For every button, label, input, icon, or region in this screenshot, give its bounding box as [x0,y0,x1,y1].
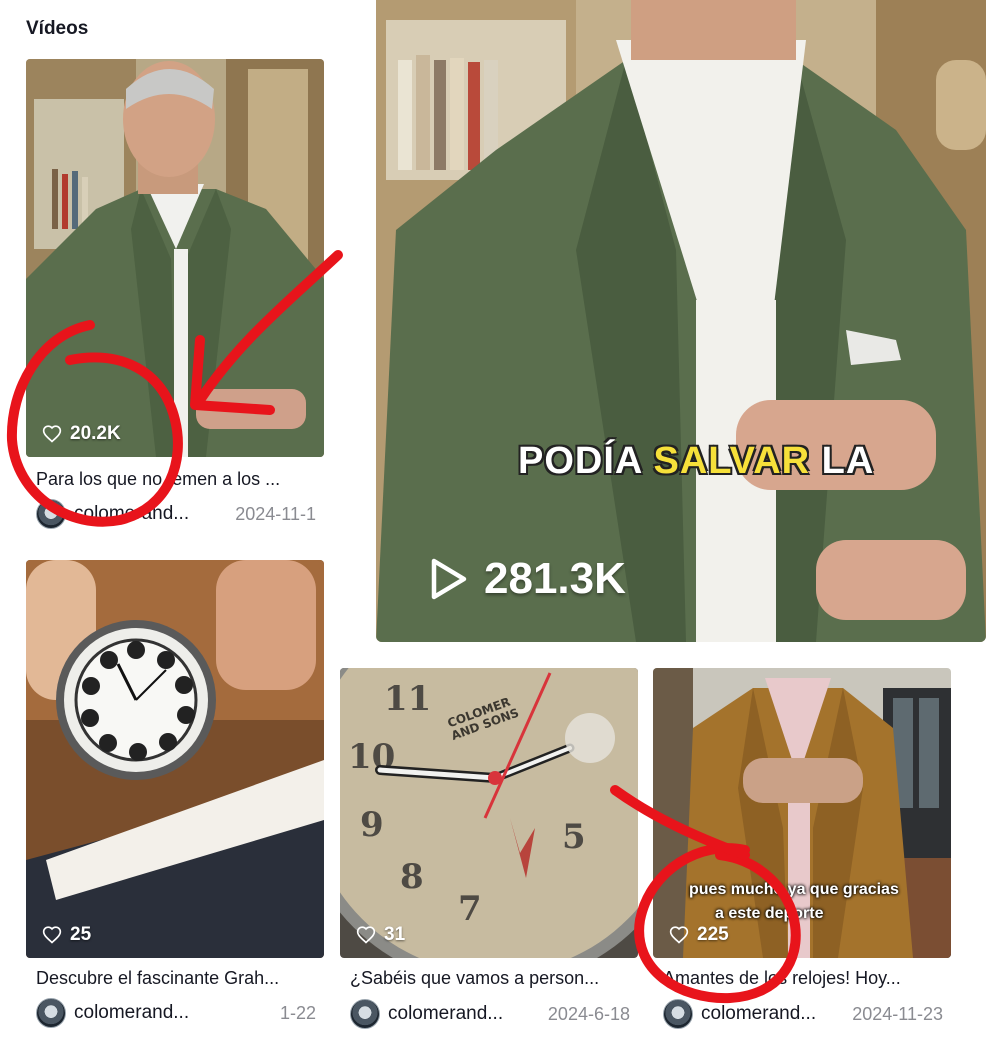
view-count: 281.3K [428,554,626,604]
svg-text:8: 8 [400,857,424,897]
author-name[interactable]: colomerand... [388,1003,503,1025]
video-subtitle-overlay: pues mucho ya que gracias a este deporte [689,878,899,926]
video-description[interactable]: Para los que no temen a los ... [36,469,321,490]
video-caption-overlay: PODÍA SALVAR LA [518,440,874,483]
thumbnail-rotary-watch [26,560,324,958]
video-card-3[interactable]: 11 10 9 875 COLOMER AND SONS 31 ¿Sabéis qu… [340,668,640,1038]
subtitle-line: pues mucho ya que gracias [689,881,899,898]
video-meta: colomerand... 2024-6-18 [350,999,640,1029]
caption-highlight-word: SALVAR [653,440,811,482]
avatar-logo-icon[interactable] [350,999,380,1029]
thumbnail-man-green-blazer [26,59,324,457]
video-card-2[interactable]: 25 Descubre el fascinante Grah... colome… [26,560,326,1035]
like-count: 20.2K [42,423,121,445]
video-meta: colomerand... 2024-11-23 [663,999,953,1029]
video-date: 2024-11-1 [235,504,316,524]
like-count-value: 20.2K [70,423,121,444]
video-card-4[interactable]: pues mucho ya que gracias a este deporte… [653,668,953,1038]
video-card-1[interactable]: 20.2K Para los que no temen a los ... co… [26,59,326,529]
video-description[interactable]: ¿Sabéis que vamos a person... [350,968,635,989]
play-icon [431,558,467,600]
svg-text:5: 5 [562,817,586,857]
video-thumbnail[interactable]: pues mucho ya que gracias a este deporte… [653,668,951,958]
heart-icon [356,926,376,944]
video-meta: colomerand... 2024-11-1 [36,499,326,529]
video-date: 2024-6-18 [547,1004,630,1024]
section-title: Vídeos [26,18,89,39]
featured-video-card[interactable]: PODÍA SALVAR LA 281.3K [376,0,986,642]
caption-word: LA [821,440,875,482]
video-date: 2024-11-23 [852,1004,943,1024]
video-meta: colomerand... 1-22 [36,998,326,1028]
svg-text:7: 7 [458,889,482,929]
video-description[interactable]: Amantes de los relojes! Hoy... [663,968,948,989]
video-date: 1-22 [279,1003,316,1023]
author-name[interactable]: colomerand... [74,1002,189,1024]
featured-video-thumbnail[interactable]: PODÍA SALVAR LA 281.3K [376,0,986,642]
video-thumbnail[interactable]: 20.2K [26,59,324,457]
video-thumbnail[interactable]: 25 [26,560,324,958]
like-count-value: 225 [697,924,729,945]
author-name[interactable]: colomerand... [701,1003,816,1025]
heart-icon [42,926,62,944]
thumbnail-colomer-watch: 11109 875 COLOMER AND SONS [340,668,638,958]
author-name[interactable]: colomerand... [74,503,189,525]
like-count-value: 25 [70,924,92,945]
avatar-logo-icon[interactable] [36,499,66,529]
avatar-logo-icon[interactable] [663,999,693,1029]
video-thumbnail[interactable]: 11 10 9 875 COLOMER AND SONS 31 [340,668,638,958]
like-count: 225 [669,924,729,946]
avatar-logo-icon[interactable] [36,998,66,1028]
like-count: 31 [356,924,405,946]
heart-icon [669,926,689,944]
view-count-value: 281.3K [484,554,626,603]
caption-word: PODÍA [518,440,642,482]
svg-text:9: 9 [360,805,384,845]
video-description[interactable]: Descubre el fascinante Grah... [36,968,321,989]
like-count-value: 31 [384,924,406,945]
thumbnail-man-closeup [376,0,986,642]
svg-text:11: 11 [384,679,431,719]
like-count: 25 [42,924,91,946]
heart-icon [42,425,62,443]
subtitle-line: a este deporte [715,905,824,922]
